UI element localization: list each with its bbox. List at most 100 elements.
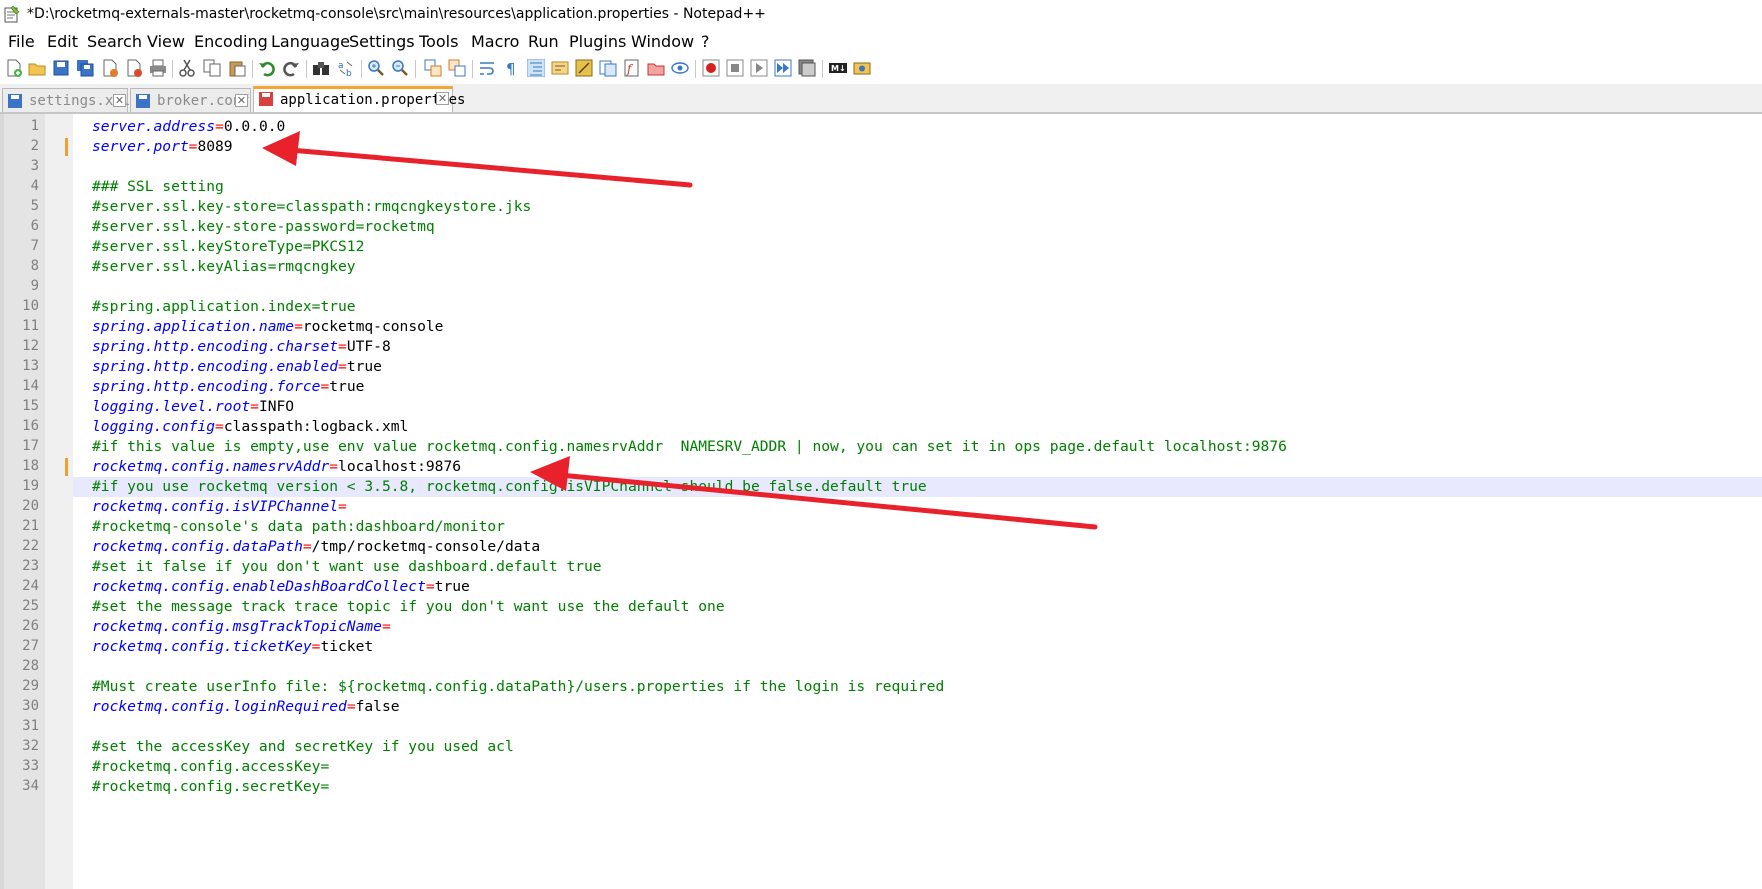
sync-vertical-icon[interactable] bbox=[424, 59, 442, 77]
word-wrap-icon[interactable] bbox=[479, 59, 497, 77]
menu-macro[interactable]: Macro bbox=[471, 32, 519, 51]
code-line[interactable]: 24 rocketmq.config.enableDashBoardCollect… bbox=[0, 577, 1762, 597]
save-all-icon[interactable] bbox=[76, 59, 94, 77]
close-icon[interactable] bbox=[101, 59, 119, 77]
undo-icon[interactable] bbox=[258, 59, 276, 77]
property-key: rocketmq.config.dataPath bbox=[92, 538, 303, 555]
menu-run[interactable]: Run bbox=[528, 32, 559, 51]
menu-tools[interactable]: Tools bbox=[419, 32, 458, 51]
save-macro-icon[interactable] bbox=[798, 59, 816, 77]
code-line[interactable]: 27 rocketmq.config.ticketKey=ticket bbox=[0, 637, 1762, 657]
tab-application-properties[interactable]: application.properties ✕ bbox=[253, 86, 465, 114]
tab-close-icon[interactable]: ✕ bbox=[436, 92, 449, 105]
code-line[interactable]: 13 spring.http.encoding.enabled=true bbox=[0, 357, 1762, 377]
property-key: rocketmq.config.msgTrackTopicName bbox=[92, 618, 382, 635]
open-file-icon[interactable] bbox=[28, 59, 46, 77]
function-list-icon[interactable] bbox=[575, 59, 593, 77]
property-value: false bbox=[355, 698, 400, 715]
code-line[interactable]: 29 #Must create userInfo file: ${rocketmq… bbox=[0, 677, 1762, 697]
code-line[interactable]: 34 #rocketmq.config.secretKey= bbox=[0, 777, 1762, 797]
code-line[interactable]: 26 rocketmq.config.msgTrackTopicName= bbox=[0, 617, 1762, 637]
monitor-icon[interactable] bbox=[671, 59, 689, 77]
code-line[interactable]: 10 #spring.application.index=true bbox=[0, 297, 1762, 317]
code-line[interactable]: 4 ### SSL setting bbox=[0, 177, 1762, 197]
code-line[interactable]: 17 #if this value is empty,use env value … bbox=[0, 437, 1762, 457]
sync-horizontal-icon[interactable] bbox=[448, 59, 466, 77]
code-line[interactable]: 14 spring.http.encoding.force=true bbox=[0, 377, 1762, 397]
code-line[interactable]: 15 logging.level.root=INFO bbox=[0, 397, 1762, 417]
property-key: rocketmq.config.loginRequired bbox=[92, 698, 347, 715]
code-line[interactable]: 8 #server.ssl.keyAlias=rmqcngkey bbox=[0, 257, 1762, 277]
zoom-in-icon[interactable] bbox=[367, 59, 385, 77]
code-line[interactable]: 12 spring.http.encoding.charset=UTF-8 bbox=[0, 337, 1762, 357]
menu-help[interactable]: ? bbox=[701, 32, 710, 51]
menu-window[interactable]: Window bbox=[631, 32, 694, 51]
play-macro-icon[interactable] bbox=[750, 59, 768, 77]
copy-icon[interactable] bbox=[203, 59, 221, 77]
code-line[interactable]: 28 bbox=[0, 657, 1762, 677]
code-line[interactable]: 31 bbox=[0, 717, 1762, 737]
show-all-chars-icon[interactable]: ¶ bbox=[503, 59, 521, 77]
folder-as-workspace-icon[interactable] bbox=[599, 59, 617, 77]
menu-plugins[interactable]: Plugins bbox=[569, 32, 626, 51]
replace-icon[interactable]: ab bbox=[337, 59, 355, 77]
code-line[interactable]: 2 server.port=8089 bbox=[0, 137, 1762, 157]
indent-guide-icon[interactable] bbox=[527, 59, 545, 77]
code-line[interactable]: 23 #set it false if you don't want use da… bbox=[0, 557, 1762, 577]
doc-map-icon[interactable] bbox=[551, 59, 569, 77]
tab-close-icon[interactable]: ✕ bbox=[235, 94, 248, 107]
code-line[interactable]: 25 #set the message track trace topic if … bbox=[0, 597, 1762, 617]
menu-file[interactable]: File bbox=[8, 32, 35, 51]
code-text: rocketmq.config.namesrvAddr=localhost:98… bbox=[92, 458, 461, 475]
code-line[interactable]: 7 #server.ssl.keyStoreType=PKCS12 bbox=[0, 237, 1762, 257]
code-line[interactable]: 16 logging.config=classpath:logback.xml bbox=[0, 417, 1762, 437]
assignment-operator: = bbox=[346, 698, 356, 715]
code-line[interactable]: 21 #rocketmq-console's data path:dashboar… bbox=[0, 517, 1762, 537]
doc-list-icon[interactable]: f bbox=[623, 59, 641, 77]
comment-text: #set the accessKey and secretKey if you … bbox=[92, 738, 514, 755]
code-line[interactable]: 32 #set the accessKey and secretKey if yo… bbox=[0, 737, 1762, 757]
record-macro-icon[interactable] bbox=[702, 59, 720, 77]
save-icon[interactable] bbox=[52, 59, 70, 77]
menu-view[interactable]: View bbox=[147, 32, 185, 51]
redo-icon[interactable] bbox=[282, 59, 300, 77]
property-value: classpath:logback.xml bbox=[223, 418, 409, 435]
menu-bar: File Edit Search View Encoding Language … bbox=[0, 30, 1762, 54]
code-line[interactable]: 22 rocketmq.config.dataPath=/tmp/rocketmq… bbox=[0, 537, 1762, 557]
editor-area[interactable]: 1 server.address=0.0.0.0 2 server.port=8089… bbox=[0, 114, 1762, 889]
code-text: #rocketmq.config.accessKey= bbox=[92, 758, 329, 775]
code-line[interactable]: 20 rocketmq.config.isVIPChannel= bbox=[0, 497, 1762, 517]
code-line[interactable]: 11 spring.application.name=rocketmq-conso… bbox=[0, 317, 1762, 337]
menu-search[interactable]: Search bbox=[87, 32, 142, 51]
code-line[interactable]: 18 rocketmq.config.namesrvAddr=localhost:… bbox=[0, 457, 1762, 477]
print-icon[interactable] bbox=[149, 59, 167, 77]
code-line[interactable]: 1 server.address=0.0.0.0 bbox=[0, 117, 1762, 137]
cut-icon[interactable] bbox=[178, 59, 196, 77]
zoom-out-icon[interactable] bbox=[391, 59, 409, 77]
close-all-icon[interactable] bbox=[125, 59, 143, 77]
plugin-icon[interactable] bbox=[853, 59, 871, 77]
folder-icon[interactable] bbox=[647, 59, 665, 77]
tab-close-icon[interactable]: ✕ bbox=[113, 94, 126, 107]
menu-language[interactable]: Language bbox=[271, 32, 350, 51]
tab-settings-xml[interactable]: settings.xml ✕ bbox=[2, 88, 130, 113]
markdown-icon[interactable]: M↓ bbox=[829, 59, 847, 77]
comment-text: #if this value is empty,use env value ro… bbox=[92, 438, 1287, 455]
code-line[interactable]: 6 #server.ssl.key-store-password=rocketmq bbox=[0, 217, 1762, 237]
code-text: rocketmq.config.enableDashBoardCollect=t… bbox=[92, 578, 470, 595]
menu-encoding[interactable]: Encoding bbox=[194, 32, 268, 51]
code-line[interactable]: 33 #rocketmq.config.accessKey= bbox=[0, 757, 1762, 777]
code-line[interactable]: 5 #server.ssl.key-store=classpath:rmqcngk… bbox=[0, 197, 1762, 217]
new-file-icon[interactable] bbox=[5, 59, 23, 77]
code-line[interactable]: 19 #if you use rocketmq version < 3.5.8, … bbox=[22, 477, 1762, 497]
code-line[interactable]: 3 bbox=[0, 157, 1762, 177]
menu-edit[interactable]: Edit bbox=[47, 32, 78, 51]
paste-icon[interactable] bbox=[228, 59, 246, 77]
tab-broker-conf[interactable]: broker.conf ✕ bbox=[130, 88, 251, 113]
menu-settings[interactable]: Settings bbox=[349, 32, 415, 51]
code-line[interactable]: 30 rocketmq.config.loginRequired=false bbox=[0, 697, 1762, 717]
code-line[interactable]: 9 bbox=[0, 277, 1762, 297]
play-macro-multiple-icon[interactable] bbox=[774, 59, 792, 77]
find-icon[interactable] bbox=[312, 59, 330, 77]
stop-macro-icon[interactable] bbox=[726, 59, 744, 77]
